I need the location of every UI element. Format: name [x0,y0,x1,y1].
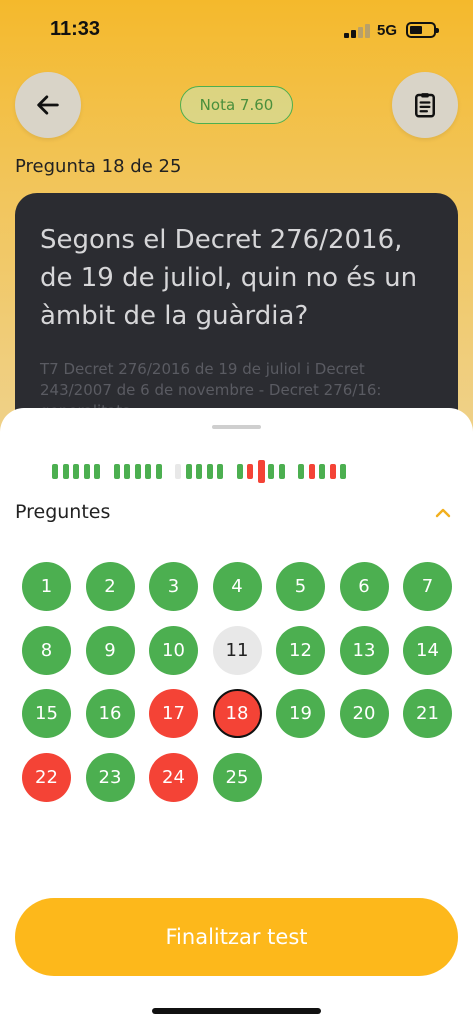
question-button-12[interactable]: 12 [276,625,325,675]
question-button-9[interactable]: 9 [85,625,135,675]
clipboard-icon [415,93,435,118]
question-button-24[interactable]: 24 [149,752,198,802]
progress-segment-7 [124,464,130,479]
network-label: 5G [377,22,398,39]
question-button-1[interactable]: 1 [22,562,71,611]
progress-segment-5 [94,464,100,479]
signal-icon [344,24,370,38]
question-button-22[interactable]: 22 [22,752,71,802]
progress-segment-21 [298,464,304,479]
progress-segment-20 [278,464,285,479]
question-button-23[interactable]: 23 [85,752,135,802]
score-badge: Nota 7.60 [180,86,293,124]
question-counter: Pregunta 18 de 25 [15,156,182,177]
question-button-13[interactable]: 13 [339,625,389,675]
question-button-2[interactable]: 2 [85,562,135,611]
progress-segment-12 [185,464,192,479]
progress-segment-11 [175,464,181,479]
question-button-11[interactable]: 11 [212,625,262,675]
question-button-4[interactable]: 4 [212,562,262,611]
status-time: 11:33 [50,18,101,40]
progress-segment-8 [134,464,141,479]
progress-segment-15 [217,464,223,479]
question-button-25[interactable]: 25 [212,752,262,802]
progress-segment-10 [155,464,162,479]
drag-handle[interactable] [212,425,261,429]
question-button-3[interactable]: 3 [149,562,198,611]
home-indicator [152,1008,321,1014]
progress-segment-17 [247,464,253,479]
question-button-21[interactable]: 21 [403,689,452,738]
question-button-5[interactable]: 5 [276,562,325,611]
progress-segment-3 [73,464,79,479]
back-button[interactable] [15,72,81,138]
question-button-7[interactable]: 7 [403,562,452,611]
progress-segment-1 [52,464,58,479]
progress-segment-14 [206,464,213,479]
question-text: Segons el Decret 276/2016, de 19 de juli… [40,225,418,331]
chevron-up-icon[interactable] [430,502,456,524]
progress-segment-18 [257,460,265,483]
progress-strip [52,460,422,484]
progress-segment-22 [308,464,315,479]
question-button-17[interactable]: 17 [149,689,198,738]
question-button-14[interactable]: 14 [403,625,452,675]
section-title: Preguntes [15,501,111,523]
question-button-8[interactable]: 8 [22,625,71,675]
progress-segment-19 [268,464,274,479]
progress-segment-13 [196,464,202,479]
question-button-10[interactable]: 10 [149,625,198,675]
progress-segment-2 [62,464,69,479]
progress-segment-16 [236,464,243,479]
questions-sheet: Preguntes 1 2 3 4 5 6 7 8 9 10 11 12 13 14 15 16 17 18 19 2… [0,408,473,1024]
question-button-16[interactable]: 16 [85,689,135,738]
question-button-15[interactable]: 15 [22,689,71,738]
progress-segment-23 [319,464,325,479]
status-bar: 11:33 5G [0,0,473,60]
question-button-20[interactable]: 20 [339,689,389,738]
battery-icon [406,22,439,38]
question-button-19[interactable]: 19 [276,689,325,738]
progress-segment-6 [113,464,120,479]
arrow-left-icon [37,95,59,115]
finish-test-button[interactable]: Finalitzar test [15,898,458,976]
progress-segment-9 [145,464,151,479]
progress-segment-25 [340,464,346,479]
question-button-18[interactable]: 18 [212,689,262,738]
progress-segment-24 [329,464,336,479]
progress-segment-4 [83,464,90,479]
question-button-6[interactable]: 6 [339,562,389,611]
clipboard-button[interactable] [392,72,458,138]
